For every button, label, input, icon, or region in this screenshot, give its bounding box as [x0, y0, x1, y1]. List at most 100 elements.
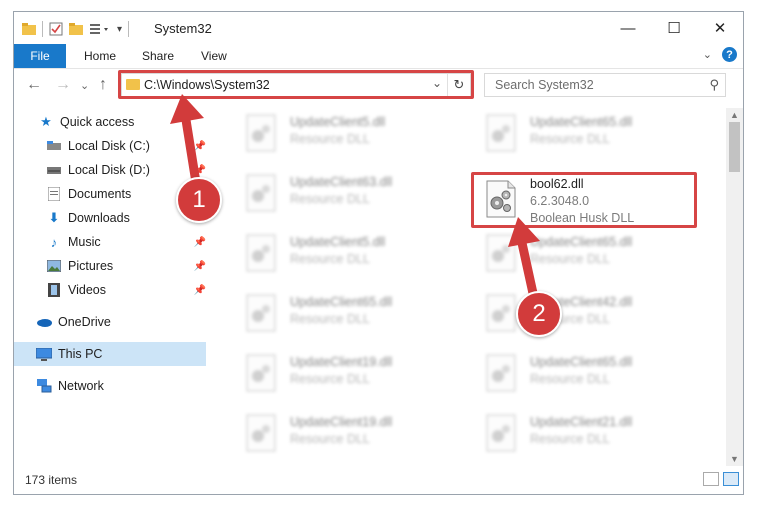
- dll-file-icon: [486, 354, 516, 392]
- window-title: System32: [154, 21, 212, 36]
- nav-label: This PC: [58, 347, 103, 361]
- list-item[interactable]: UpdateClient65.dll Resource DLL: [484, 352, 694, 396]
- quick-access-toolbar: ▾: [22, 20, 130, 38]
- file-description: Resource DLL: [530, 372, 610, 386]
- callout-badge-1: 1: [176, 177, 222, 223]
- dll-file-icon: [246, 174, 276, 212]
- ribbon-right-controls: ⌄ ?: [703, 47, 737, 62]
- scroll-down-icon[interactable]: ▼: [730, 454, 739, 464]
- file-name: UpdateClient21.dll: [530, 415, 633, 429]
- close-button[interactable]: ✕: [697, 12, 743, 44]
- scroll-up-icon[interactable]: ▲: [730, 110, 739, 120]
- view-toggle: [703, 472, 739, 486]
- nav-label: Quick access: [60, 115, 135, 129]
- item-count: 173 items: [25, 473, 78, 487]
- cloud-icon: [36, 314, 52, 330]
- downloads-icon: ⬇: [48, 210, 60, 225]
- videos-icon: [46, 282, 62, 298]
- file-description: Resource DLL: [290, 372, 370, 386]
- nav-label: Local Disk (D:): [68, 163, 150, 177]
- nav-label: Local Disk (C:): [68, 139, 150, 153]
- nav-label: Network: [58, 379, 104, 393]
- list-item[interactable]: UpdateClient63.dll Resource DLL: [244, 172, 454, 216]
- list-item[interactable]: UpdateClient19.dll Resource DLL: [244, 352, 454, 396]
- help-icon[interactable]: ?: [722, 47, 737, 62]
- tab-share[interactable]: Share: [142, 49, 174, 63]
- back-arrow-icon[interactable]: ←: [26, 76, 42, 94]
- network-icon: [36, 378, 52, 394]
- vertical-scrollbar[interactable]: ▲ ▼: [726, 108, 743, 466]
- pin-icon[interactable]: 📌: [194, 285, 206, 296]
- pin-icon[interactable]: 📌: [194, 261, 206, 272]
- list-item[interactable]: UpdateClient5.dll Resource DLL: [244, 232, 454, 276]
- file-name: UpdateClient65.dll: [530, 115, 633, 129]
- title-bar: ▾ System32 — ☐ ✕: [14, 12, 743, 44]
- dll-file-icon: [246, 114, 276, 152]
- file-list: UpdateClient5.dll Resource DLL UpdateCli…: [220, 108, 720, 464]
- nav-label: OneDrive: [58, 315, 111, 329]
- file-name: UpdateClient5.dll: [290, 235, 386, 249]
- list-item[interactable]: UpdateClient21.dll Resource DLL: [484, 412, 694, 456]
- music-icon: ♪: [50, 234, 58, 250]
- drive-icon: [46, 138, 62, 154]
- file-description: Resource DLL: [290, 192, 370, 206]
- dll-file-icon: [246, 354, 276, 392]
- customize-toolbar-icon[interactable]: [89, 22, 111, 36]
- tiles-view-icon[interactable]: [723, 472, 739, 486]
- search-input[interactable]: Search System32: [495, 78, 594, 92]
- dll-file-icon: [486, 414, 516, 452]
- computer-icon: [36, 346, 52, 362]
- expand-ribbon-icon[interactable]: ⌄: [703, 48, 712, 61]
- list-item[interactable]: UpdateClient65.dll Resource DLL: [484, 112, 694, 156]
- file-description: Resource DLL: [530, 132, 610, 146]
- search-icon[interactable]: ⚲: [709, 77, 719, 93]
- documents-icon: [46, 186, 62, 202]
- toolbar-separator: [128, 21, 130, 37]
- pin-icon[interactable]: 📌: [194, 237, 206, 248]
- forward-arrow-icon[interactable]: →: [55, 76, 71, 94]
- explorer-window: ▾ System32 — ☐ ✕ File Home Share View ⌄ …: [13, 11, 744, 495]
- nav-item-onedrive[interactable]: OneDrive: [36, 310, 206, 334]
- minimize-button[interactable]: —: [605, 12, 651, 44]
- star-icon: ★: [40, 114, 52, 129]
- nav-item-network[interactable]: Network: [36, 374, 206, 398]
- file-name: UpdateClient65.dll: [530, 355, 633, 369]
- tab-file[interactable]: File: [14, 44, 66, 68]
- properties-icon[interactable]: [49, 22, 63, 36]
- nav-label: Videos: [68, 283, 106, 297]
- file-description: Resource DLL: [290, 312, 370, 326]
- chevron-down-icon[interactable]: ▾: [117, 24, 122, 35]
- details-view-icon[interactable]: [703, 472, 719, 486]
- search-box[interactable]: Search System32 ⚲: [484, 73, 726, 97]
- tab-view[interactable]: View: [201, 49, 227, 63]
- nav-label: Music: [68, 235, 101, 249]
- file-name: UpdateClient5.dll: [290, 115, 386, 129]
- nav-item-this-pc[interactable]: This PC: [14, 342, 206, 366]
- folder-icon[interactable]: [22, 22, 36, 36]
- list-item[interactable]: UpdateClient5.dll Resource DLL: [244, 112, 454, 156]
- file-name: UpdateClient65.dll: [290, 295, 393, 309]
- nav-item-music[interactable]: ♪ Music 📌: [46, 230, 206, 254]
- maximize-button[interactable]: ☐: [651, 12, 697, 44]
- status-bar: 173 items: [14, 466, 743, 494]
- list-item[interactable]: UpdateClient65.dll Resource DLL: [244, 292, 454, 336]
- dll-file-icon: [486, 114, 516, 152]
- scrollbar-thumb[interactable]: [729, 122, 740, 172]
- up-arrow-icon[interactable]: ↑: [99, 76, 107, 94]
- new-folder-icon[interactable]: [69, 22, 83, 36]
- nav-label: Documents: [68, 187, 132, 201]
- file-description: Resource DLL: [530, 432, 610, 446]
- window-controls: — ☐ ✕: [605, 12, 743, 44]
- file-name: UpdateClient63.dll: [290, 175, 393, 189]
- ribbon-tabs: File Home Share View ⌄ ?: [14, 44, 743, 69]
- dll-file-icon: [246, 414, 276, 452]
- file-description: Resource DLL: [290, 252, 370, 266]
- tab-home[interactable]: Home: [84, 49, 116, 63]
- drive-icon: [46, 162, 62, 178]
- recent-locations-icon[interactable]: ⌄: [80, 79, 89, 92]
- callout-badge-2: 2: [516, 291, 562, 337]
- nav-item-videos[interactable]: Videos 📌: [46, 278, 206, 302]
- nav-item-pictures[interactable]: Pictures 📌: [46, 254, 206, 278]
- list-item[interactable]: UpdateClient19.dll Resource DLL: [244, 412, 454, 456]
- file-description: Resource DLL: [290, 132, 370, 146]
